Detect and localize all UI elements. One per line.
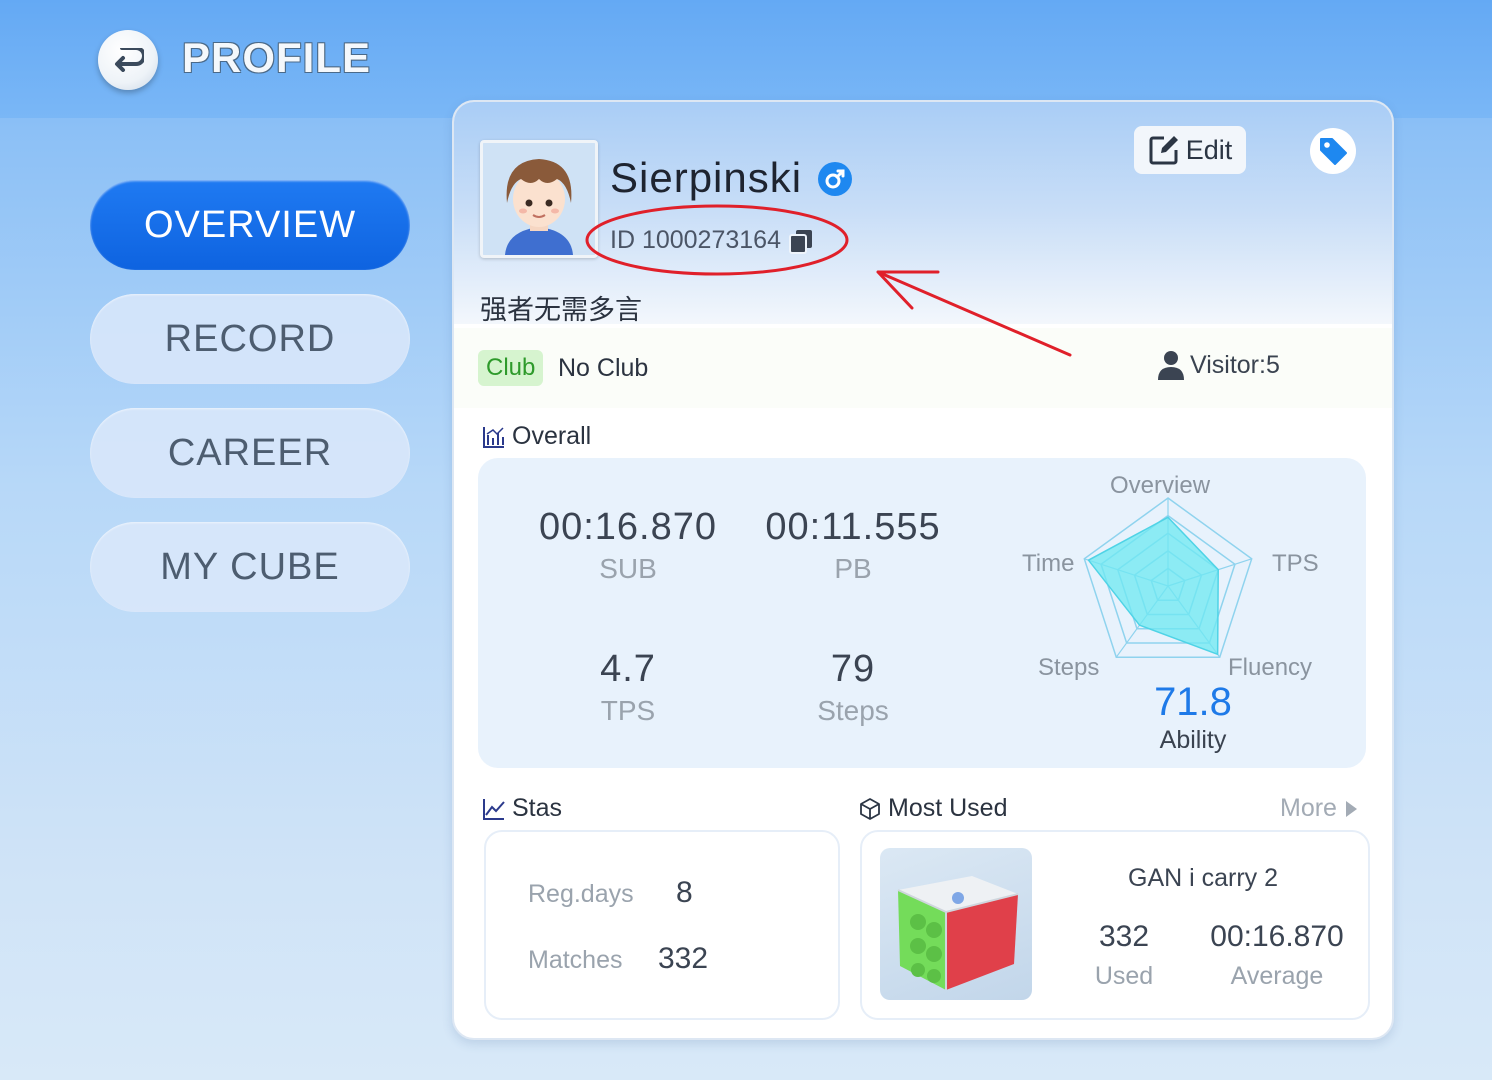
back-button[interactable] — [98, 30, 158, 90]
used-label: Used — [1094, 962, 1154, 990]
line-chart-icon — [483, 798, 505, 820]
matches-label: Matches — [528, 946, 623, 974]
overall-header: Overall — [482, 422, 591, 451]
avatar[interactable] — [480, 140, 598, 258]
ability-label: Ability — [1159, 726, 1227, 754]
radar-label-fluency: Fluency — [1228, 654, 1313, 681]
most-used-panel[interactable]: GAN i carry 2 332 Used 00:16.870 Average — [860, 830, 1370, 1020]
visitor-count[interactable]: Visitor:5 — [1158, 350, 1280, 380]
club-name[interactable]: No Club — [558, 354, 648, 383]
cube-image — [880, 848, 1032, 1000]
club-tag: Club — [478, 350, 544, 386]
edit-icon — [1149, 136, 1178, 165]
cube-name: GAN i carry 2 — [1128, 864, 1279, 892]
edit-button[interactable]: Edit — [1134, 126, 1246, 174]
motto: 强者无需多言 — [480, 295, 642, 326]
male-icon — [818, 162, 852, 196]
stas-label: Stas — [512, 794, 563, 822]
cube-icon — [860, 797, 880, 820]
nav-record[interactable]: RECORD — [90, 294, 410, 384]
radar-label-tps: TPS — [1272, 550, 1319, 577]
more-label: More — [1280, 794, 1337, 822]
reg-days-label: Reg.days — [528, 880, 634, 908]
most-used-header: Most Used — [858, 794, 1007, 823]
most-used-label: Most Used — [888, 794, 1008, 822]
nav-my-cube[interactable]: MY CUBE — [90, 522, 410, 612]
profile-card: Sierpinski ID 1000273164 Edit 强者无需多言 Clu… — [452, 100, 1394, 1040]
ability-value: 71.8 — [1154, 680, 1232, 724]
username: Sierpinski — [610, 154, 803, 201]
nav-career[interactable]: CAREER — [90, 408, 410, 498]
tag-button[interactable] — [1310, 128, 1356, 174]
overall-panel: 00:16.870 SUB 00:11.555 PB 4.7 TPS 79 St… — [478, 458, 1366, 768]
overall-label: Overall — [512, 422, 592, 450]
stas-header: Stas — [482, 794, 562, 823]
edit-label: Edit — [1185, 134, 1233, 165]
club-row: Club No Club Visitor:5 — [454, 328, 1392, 408]
user-id-text: ID 1000273164 — [610, 226, 781, 254]
page-title: PROFILE — [182, 34, 372, 81]
person-icon — [1158, 351, 1184, 380]
used-value: 332 — [1098, 920, 1150, 953]
copy-icon[interactable] — [787, 227, 815, 255]
visitor-text: Visitor:5 — [1190, 350, 1280, 379]
chart-icon — [483, 426, 504, 448]
radar-label-overview: Overview — [1110, 472, 1211, 499]
reg-days-value: 8 — [676, 876, 693, 909]
radar-label-steps: Steps — [1038, 654, 1100, 681]
nav-overview[interactable]: OVERVIEW — [90, 180, 410, 270]
matches-value: 332 — [658, 942, 709, 975]
average-label: Average — [1230, 962, 1324, 990]
stas-panel: Reg.days 8 Matches 332 — [484, 830, 840, 1020]
user-id: ID 1000273164 — [610, 226, 815, 255]
radar-label-time: Time — [1022, 550, 1075, 577]
tag-icon — [1320, 138, 1347, 165]
average-value: 00:16.870 — [1210, 920, 1344, 953]
more-link[interactable]: More — [1280, 794, 1359, 823]
chevron-right-icon — [1345, 800, 1357, 817]
back-arrow-icon — [115, 48, 144, 72]
avatar-illustration — [483, 143, 595, 255]
